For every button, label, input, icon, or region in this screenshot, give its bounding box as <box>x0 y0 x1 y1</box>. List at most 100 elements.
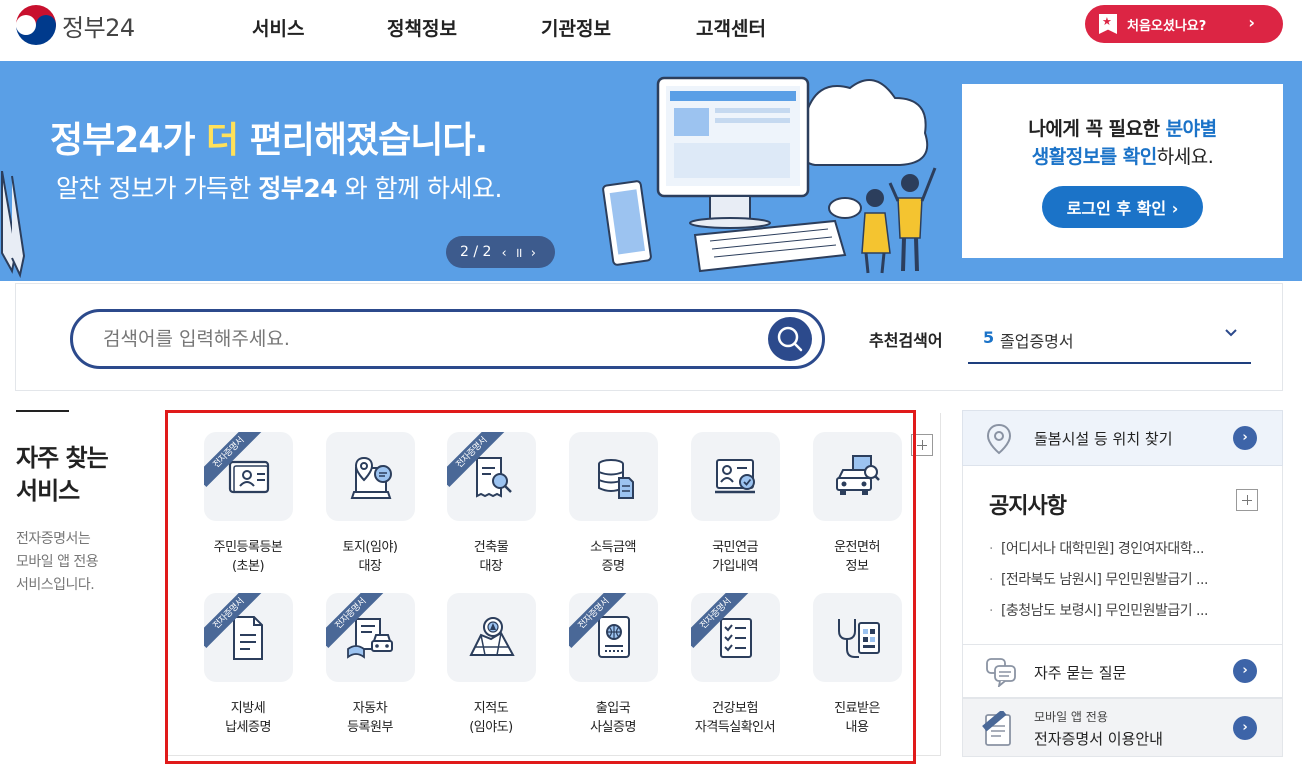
service-item[interactable]: 지적도 (임야도) <box>436 593 546 737</box>
service-tile[interactable]: 전자증명서 <box>203 432 293 521</box>
service-item[interactable]: 국민연금 가입내역 <box>680 432 790 576</box>
banner-title-highlight: 더 <box>206 120 239 161</box>
service-item[interactable]: 소득금액 증명 <box>558 432 668 576</box>
banner-subtitle-part2: 와 함께 하세요. <box>337 174 503 203</box>
service-tile[interactable] <box>568 432 658 521</box>
login-check-button[interactable]: 로그인 후 확인 › <box>1042 186 1203 228</box>
service-label: 자동차등록원부 <box>315 699 425 737</box>
notice-more-plus-icon[interactable] <box>1236 489 1258 511</box>
service-item[interactable]: 전자증명서 주민등록등본 (초본) <box>193 432 303 576</box>
service-item[interactable]: 토지(임야) 대장 <box>315 432 425 576</box>
login-card-line1: 나에게 꼭 필요한 분야별 <box>962 114 1283 141</box>
favorites-title-line2: 서비스 <box>16 477 80 505</box>
service-tile[interactable]: 전자증명서 <box>325 593 415 682</box>
chat-bubble-icon <box>986 658 1016 687</box>
faq-go-arrow-icon[interactable]: › <box>1233 659 1257 683</box>
service-label-line1: 건강보험 <box>712 701 758 716</box>
service-label-line1: 자동차 <box>352 701 388 716</box>
notice-item[interactable]: · [어디서나 대학민원] 경인여자대학... <box>989 538 1271 558</box>
gov24-logo[interactable]: 정부24 <box>14 5 135 45</box>
nav-services[interactable]: 서비스 <box>252 14 342 41</box>
mobile-guide-subtitle: 모바일 앱 전용 <box>1034 710 1108 724</box>
recommend-label: 추천검색어 <box>869 331 943 350</box>
recommend-dropdown[interactable]: 5 졸업증명서 <box>968 312 1251 364</box>
computer-illustration <box>602 76 937 274</box>
service-label-line2: 등록원부 <box>347 720 393 735</box>
favorites-title-line1: 자주 찾는 <box>16 444 109 472</box>
pager-controls-icon[interactable]: ‹ ॥ › <box>501 243 537 261</box>
service-label: 운전면허정보 <box>802 538 912 576</box>
banner-title-part2: 편리해졌습니다. <box>238 120 489 161</box>
nav-customer-center[interactable]: 고객센터 <box>696 14 796 41</box>
search-button[interactable] <box>768 317 812 361</box>
favorites-desc-line2: 모바일 앱 전용 <box>16 554 99 570</box>
banner-subtitle-part1: 알찬 정보가 가득한 <box>56 174 259 203</box>
banner-subtitle-bold: 정부24 <box>258 174 338 203</box>
nav-agency-info[interactable]: 기관정보 <box>541 14 641 41</box>
favorites-description: 전자증명서는 모바일 앱 전용 서비스입니다. <box>16 528 99 597</box>
service-label-line2: 내용 <box>845 720 869 735</box>
stethoscope-icon <box>837 619 880 658</box>
service-item[interactable]: 전자증명서 출입국 사실증명 <box>558 593 668 737</box>
banner-pager[interactable]: 2 / 2 ‹ ॥ › <box>446 236 555 268</box>
service-label: 소득금액 증명 <box>558 538 668 576</box>
banner-title: 정부24가 더 편리해졌습니다. <box>50 111 489 163</box>
care-facility-text: 돌봄시설 등 위치 찾기 <box>1034 430 1173 448</box>
favorites-desc-line1: 전자증명서는 <box>16 531 91 547</box>
first-visit-label: 처음오셨나요? <box>1127 18 1207 34</box>
service-tile[interactable]: 전자증명서 <box>690 593 780 682</box>
service-item[interactable]: 운전면허정보 <box>802 432 912 576</box>
service-label-line2: 사실증명 <box>590 720 636 735</box>
login-line1-blue: 분야별 <box>1165 118 1217 140</box>
service-tile[interactable] <box>690 432 780 521</box>
notice-box: 공지사항 · [어디서나 대학민원] 경인여자대학... · [전라북도 남원시] … <box>962 466 1283 644</box>
pension-icon <box>714 459 755 494</box>
service-tile[interactable] <box>812 593 902 682</box>
service-label-line2: 증명 <box>601 559 625 574</box>
notice-item[interactable]: · [전라북도 남원시] 무인민원발급기 ... <box>989 569 1271 589</box>
search-input[interactable] <box>103 312 743 366</box>
service-item[interactable]: 전자증명서 건축물 대장 <box>436 432 546 576</box>
service-label: 지적도 (임야도) <box>436 699 546 737</box>
faq-link[interactable]: 자주 묻는 질문 › <box>962 644 1283 698</box>
care-facility-link[interactable]: 돌봄시설 등 위치 찾기 › <box>962 410 1283 466</box>
notice-item-text: [전라북도 남원시] 무인민원발급기 ... <box>1000 572 1208 588</box>
service-label-line1: 국민연금 <box>712 540 758 555</box>
service-label-line1: 건축물 <box>473 540 509 555</box>
care-go-arrow-icon[interactable]: › <box>1233 426 1257 450</box>
taegeuk-icon <box>16 5 56 45</box>
service-label: 지방세 납세증명 <box>193 699 303 737</box>
chevron-right-icon: › <box>1248 13 1255 32</box>
mobile-go-arrow-icon[interactable]: › <box>1233 716 1257 740</box>
first-visit-button[interactable]: 처음오셨나요? › <box>1085 5 1283 43</box>
service-item[interactable]: 전자증명서지방세 납세증명 <box>193 593 303 737</box>
right-sidebar: 돌봄시설 등 위치 찾기 › 공지사항 · [어디서나 대학민원] 경인여자대학.… <box>962 410 1283 757</box>
service-tile[interactable]: 전자증명서 <box>568 593 658 682</box>
service-label-line2: 납세증명 <box>225 720 271 735</box>
service-item[interactable]: 전자증명서자동차등록원부 <box>315 593 425 737</box>
service-label-line1: 운전면허 <box>834 540 880 555</box>
service-label-line1: 주민등록등본 <box>213 540 283 555</box>
service-label-line2: 정보 <box>845 559 869 574</box>
chevron-down-icon[interactable] <box>1221 322 1241 342</box>
service-item[interactable]: 전자증명서건강보험자격득실확인서 <box>680 593 790 737</box>
service-label-line2: 자격득실확인서 <box>694 720 776 735</box>
mobile-certificate-guide-link[interactable]: 모바일 앱 전용 전자증명서 이용안내 › <box>962 698 1283 757</box>
notice-item[interactable]: · [충청남도 보령시] 무인민원발급기 ... <box>989 600 1271 620</box>
service-tile[interactable]: 전자증명서 <box>446 432 536 521</box>
service-tile[interactable] <box>812 432 902 521</box>
notice-item-text: [어디서나 대학민원] 경인여자대학... <box>1000 541 1205 557</box>
logo-text: 정부24 <box>62 13 135 42</box>
service-tile[interactable] <box>446 593 536 682</box>
bookmark-star-icon <box>1099 14 1117 34</box>
service-item[interactable]: 진료받은 내용 <box>802 593 912 737</box>
service-tile[interactable] <box>325 432 415 521</box>
favorites-desc-line3: 서비스입니다. <box>16 577 95 593</box>
pager-count: 2 / 2 <box>460 244 492 260</box>
service-tile[interactable]: 전자증명서 <box>203 593 293 682</box>
section-divider <box>16 410 69 412</box>
main-banner[interactable]: 정부24가 더 편리해졌습니다. 알찬 정보가 가득한 정부24 와 함께 하세… <box>0 61 1302 281</box>
notice-item-text: [충청남도 보령시] 무인민원발급기 ... <box>1000 603 1208 619</box>
recommend-keyword[interactable]: 졸업증명서 <box>1000 328 1074 352</box>
nav-policy-info[interactable]: 정책정보 <box>387 14 487 41</box>
